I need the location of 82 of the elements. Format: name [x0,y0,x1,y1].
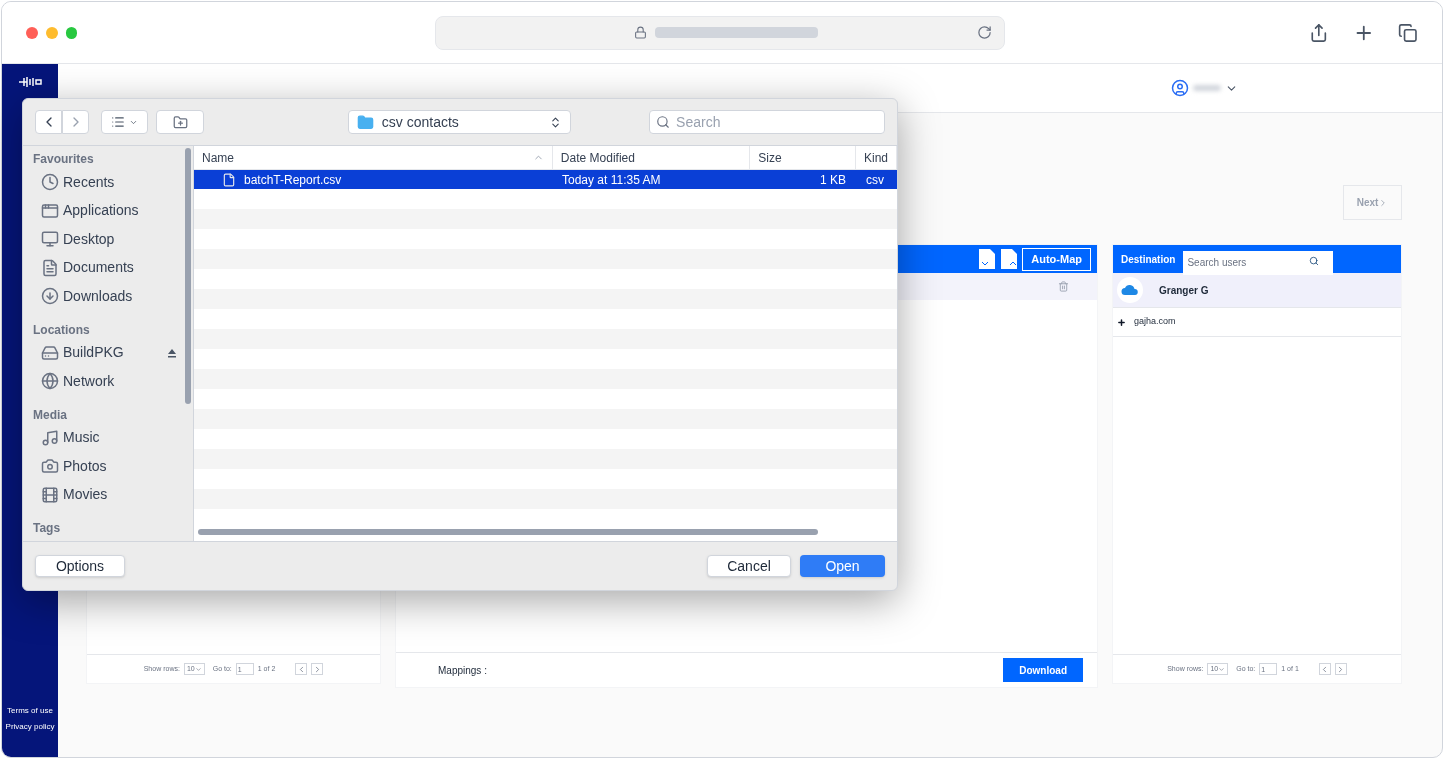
sidebar-item[interactable]: Recents [63,171,115,193]
logo-icon [18,76,42,88]
new-folder-button[interactable] [156,110,204,134]
column-header[interactable]: Size [750,146,856,169]
share-icon[interactable] [1309,22,1329,43]
file-row[interactable]: batchT-Report.csv Today at 11:35 AM 1 KB csv [194,170,897,189]
cancel-button[interactable]: Cancel [707,555,791,577]
sidebar-heading: Media [33,406,68,424]
user-avatar-icon [1171,79,1189,97]
maximize-window-icon[interactable] [65,26,78,39]
column-header[interactable]: Name [194,146,553,169]
sidebar-heading: Favourites [33,151,95,168]
sidebar-item[interactable]: BuildPKG [63,342,124,364]
list-icon [111,115,126,129]
sidebar-item[interactable]: Photos [63,455,107,477]
footer-link[interactable]: Privacy policy [5,721,55,733]
sidebar-item[interactable]: Documents [63,257,134,279]
film-icon [41,485,59,504]
monitor-icon [41,230,59,249]
tabs-icon[interactable] [1398,22,1419,43]
sidebar-item[interactable]: Desktop [63,228,115,250]
delete-icon[interactable] [1058,281,1069,292]
prev-page-button[interactable] [295,663,308,675]
search-icon [656,115,671,129]
camera-icon [41,457,59,476]
destination-row[interactable]: Granger G [1113,273,1401,308]
csv-download-icon[interactable] [978,248,997,270]
music-note-icon [41,428,59,447]
csv-upload-icon[interactable] [1000,248,1019,270]
file-date: Today at 11:35 AM [561,171,662,189]
sidebar-item[interactable]: Applications [63,200,139,222]
sidebar-item[interactable]: Movies [63,484,108,506]
minimize-window-icon[interactable] [45,26,58,39]
new-folder-icon [172,114,188,130]
app-window-icon [41,201,59,220]
horizontal-scrollbar[interactable] [198,529,818,535]
sidebar-heading: Tags [33,520,62,537]
file-kind: csv [865,171,885,189]
chevron-down-icon [194,665,202,673]
sidebar-item[interactable]: Network [63,370,115,392]
user-menu[interactable] [1171,79,1238,97]
footer-link[interactable]: Terms of use [7,705,53,717]
file-name: batchT-Report.csv [244,171,342,189]
column-header[interactable]: Kind [855,146,897,169]
auto-map-button[interactable]: Auto-Map [1022,247,1091,271]
column-header[interactable]: Date Modified [552,146,751,169]
sidebar-scrollbar[interactable] [185,148,191,404]
chevron-down-icon [1218,665,1226,673]
back-button[interactable] [35,110,62,134]
document-icon [41,258,59,277]
plus-icon[interactable] [1117,317,1126,327]
view-options-button[interactable] [101,110,149,134]
cloud-icon [1117,277,1143,303]
folder-icon [356,113,374,131]
clock-icon [41,173,59,192]
file-size: 1 KB [819,171,847,189]
sidebar-item[interactable]: Music [63,427,100,449]
blurred-name [1193,85,1221,91]
search-icon[interactable] [1309,256,1320,266]
globe-icon [41,372,59,391]
search-users-field[interactable]: Search users [1183,250,1334,275]
eject-icon[interactable] [167,347,177,358]
destination-title: Destination [1121,252,1176,267]
sidebar-item[interactable]: Downloads [63,285,133,307]
open-button[interactable]: Open [800,555,885,577]
sidebar-heading: Locations [33,321,91,339]
reload-icon[interactable] [977,25,993,40]
prev-page-button[interactable] [1318,663,1331,675]
options-button[interactable]: Options [35,555,125,577]
forward-button[interactable] [62,110,89,134]
next-page-button[interactable] [311,663,324,675]
drive-icon [41,343,59,362]
location-popup[interactable]: csv contacts [347,110,572,134]
download-icon [41,287,59,306]
download-button[interactable]: Download [1003,658,1083,682]
mappings-label: Mappings : [438,663,487,678]
file-icon [222,172,236,187]
close-window-icon[interactable] [26,26,38,39]
dialog-search-field[interactable]: Search [649,110,885,134]
domain-name: gajha.com [1134,315,1176,329]
user-name: Granger G [1159,283,1209,298]
next-page-button[interactable] [1334,663,1347,675]
